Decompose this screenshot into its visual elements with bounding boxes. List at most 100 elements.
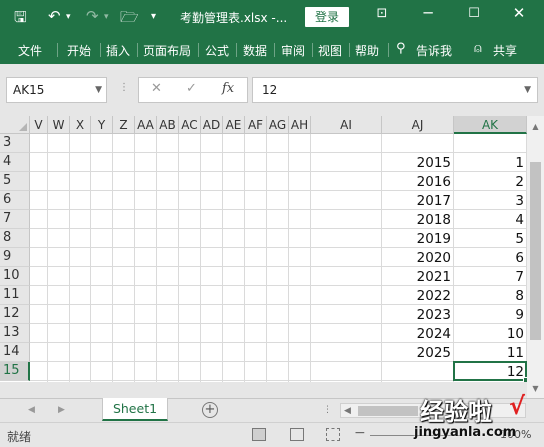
- column-header[interactable]: Z: [113, 116, 135, 134]
- row-header[interactable]: 11: [0, 286, 30, 305]
- tab-home[interactable]: 开始: [67, 42, 91, 59]
- cell-ak7[interactable]: 4: [454, 210, 527, 229]
- page-layout-view-icon[interactable]: [290, 428, 304, 441]
- row-header[interactable]: 13: [0, 324, 30, 343]
- formula-input[interactable]: 12 ▼: [252, 77, 538, 103]
- column-header[interactable]: W: [48, 116, 70, 134]
- cell-aj11[interactable]: 2022: [382, 286, 454, 305]
- undo-dropdown-icon[interactable]: ▾: [66, 12, 71, 22]
- cell-aj6[interactable]: 2017: [382, 191, 454, 210]
- share-label[interactable]: 共享: [493, 42, 517, 59]
- redo-dropdown-icon[interactable]: ▾: [104, 12, 109, 22]
- scroll-left-icon[interactable]: ◀: [344, 406, 351, 416]
- minimize-icon[interactable]: ─: [416, 4, 440, 22]
- cell-aj14[interactable]: 2025: [382, 343, 454, 362]
- column-header[interactable]: AI: [311, 116, 382, 134]
- cell-ak6[interactable]: 3: [454, 191, 527, 210]
- cell-ak5[interactable]: 2: [454, 172, 527, 191]
- cell-ak13[interactable]: 10: [454, 324, 527, 343]
- horizontal-scroll-thumb[interactable]: [358, 406, 418, 416]
- undo-icon[interactable]: ↶: [48, 7, 61, 25]
- worksheet-grid[interactable]: V W X Y Z AA AB AC AD AE AF AG AH AI AJ AK 3 4 5 6 7 8 9 10 11 1…: [0, 116, 527, 382]
- tab-page-layout[interactable]: 页面布局: [143, 42, 191, 59]
- column-header[interactable]: AJ: [382, 116, 454, 134]
- tab-review[interactable]: 审阅: [281, 42, 305, 59]
- customize-quick-access-icon[interactable]: ▾: [151, 11, 156, 22]
- cell-ak11[interactable]: 8: [454, 286, 527, 305]
- save-icon[interactable]: 🖫: [14, 7, 27, 32]
- column-header[interactable]: V: [30, 116, 48, 134]
- row-header[interactable]: 15: [0, 362, 30, 381]
- insert-function-icon[interactable]: fx: [222, 81, 234, 96]
- enter-icon[interactable]: ✓: [186, 81, 197, 96]
- resize-handle-icon[interactable]: ⋮: [119, 82, 129, 93]
- scroll-up-icon[interactable]: ▲: [527, 122, 544, 131]
- column-header[interactable]: AD: [201, 116, 223, 134]
- add-sheet-icon[interactable]: +: [202, 402, 218, 418]
- close-icon[interactable]: ✕: [507, 4, 531, 22]
- tab-help[interactable]: 帮助: [355, 42, 379, 59]
- tab-file[interactable]: 文件: [18, 42, 42, 59]
- more-options-icon[interactable]: ⋮: [323, 405, 332, 415]
- chevron-down-icon[interactable]: ▼: [524, 78, 531, 102]
- tell-me-label[interactable]: 告诉我: [416, 42, 452, 59]
- column-header[interactable]: AH: [289, 116, 311, 134]
- row-header[interactable]: 3: [0, 134, 30, 153]
- cell-aj9[interactable]: 2020: [382, 248, 454, 267]
- cell-aj4[interactable]: 2015: [382, 153, 454, 172]
- name-box[interactable]: AK15 ▼: [6, 77, 107, 103]
- tab-view[interactable]: 视图: [318, 42, 342, 59]
- cell-aj12[interactable]: 2023: [382, 305, 454, 324]
- vertical-scrollbar[interactable]: ▲ ▼: [527, 116, 544, 400]
- column-header[interactable]: AC: [179, 116, 201, 134]
- column-header[interactable]: AG: [267, 116, 289, 134]
- cell-ak14[interactable]: 11: [454, 343, 527, 362]
- row-header[interactable]: 10: [0, 267, 30, 286]
- sheet-tab-sheet1[interactable]: Sheet1: [102, 398, 168, 421]
- cancel-icon[interactable]: ✕: [151, 81, 162, 96]
- cell-aj7[interactable]: 2018: [382, 210, 454, 229]
- column-header[interactable]: AF: [245, 116, 267, 134]
- ribbon-display-icon[interactable]: ⊡: [370, 6, 394, 21]
- column-header[interactable]: AK: [454, 116, 527, 134]
- lightbulb-icon[interactable]: ⚲: [396, 41, 406, 56]
- cell-ak9[interactable]: 6: [454, 248, 527, 267]
- zoom-out-icon[interactable]: −: [354, 425, 366, 441]
- cell-ak4[interactable]: 1: [454, 153, 527, 172]
- row-header[interactable]: 14: [0, 343, 30, 362]
- tab-data[interactable]: 数据: [243, 42, 267, 59]
- chevron-down-icon[interactable]: ▼: [95, 78, 102, 102]
- row-header[interactable]: 6: [0, 191, 30, 210]
- next-sheet-icon[interactable]: ▶: [58, 405, 65, 415]
- row-header[interactable]: 5: [0, 172, 30, 191]
- select-all-corner[interactable]: [0, 116, 30, 134]
- row-header[interactable]: 7: [0, 210, 30, 229]
- row-header[interactable]: 9: [0, 248, 30, 267]
- cell-ak10[interactable]: 7: [454, 267, 527, 286]
- tab-formulas[interactable]: 公式: [205, 42, 229, 59]
- prev-sheet-icon[interactable]: ◀: [28, 405, 35, 415]
- cell-aj13[interactable]: 2024: [382, 324, 454, 343]
- redo-icon[interactable]: ↷: [86, 7, 99, 25]
- tab-insert[interactable]: 插入: [106, 42, 130, 59]
- column-header[interactable]: Y: [91, 116, 113, 134]
- row-header[interactable]: 12: [0, 305, 30, 324]
- column-header[interactable]: AE: [223, 116, 245, 134]
- column-header[interactable]: AB: [157, 116, 179, 134]
- vertical-scroll-thumb[interactable]: [530, 162, 541, 340]
- cell-aj5[interactable]: 2016: [382, 172, 454, 191]
- cell-ak12[interactable]: 9: [454, 305, 527, 324]
- page-break-view-icon[interactable]: [326, 428, 340, 441]
- person-icon[interactable]: ⍝: [474, 41, 482, 56]
- normal-view-icon[interactable]: [252, 428, 266, 441]
- cell-ak8[interactable]: 5: [454, 229, 527, 248]
- row-header[interactable]: 4: [0, 153, 30, 172]
- maximize-icon[interactable]: ☐: [462, 6, 486, 21]
- cell-aj8[interactable]: 2019: [382, 229, 454, 248]
- cell-aj10[interactable]: 2021: [382, 267, 454, 286]
- login-button[interactable]: 登录: [305, 7, 349, 27]
- column-header[interactable]: AA: [135, 116, 157, 134]
- folder-icon[interactable]: 🗁: [120, 7, 139, 32]
- column-header[interactable]: X: [70, 116, 91, 134]
- row-header[interactable]: 8: [0, 229, 30, 248]
